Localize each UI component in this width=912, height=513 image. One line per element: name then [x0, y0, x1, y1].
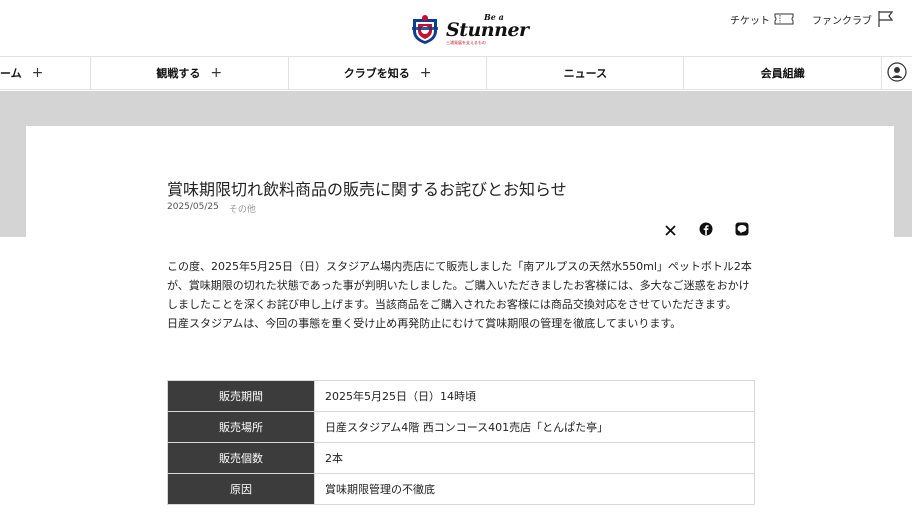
nav-item-label: クラブを知る [343, 67, 410, 80]
user-account-button[interactable] [882, 57, 912, 89]
article-card: 賞味期限切れ飲料商品の販売に関するお詫びとお知らせ 2025/05/25 その他 [26, 126, 894, 513]
nav-item-label: ニュース [563, 67, 608, 80]
share-x-button[interactable] [662, 222, 678, 238]
article-body: この度、2025年5月25日（日）スタジアム場内売店にて販売しました「南アルプス… [167, 257, 757, 333]
fanclub-link-label: ファンクラブ [812, 15, 872, 27]
share-buttons [662, 222, 750, 238]
article-category[interactable]: その他 [229, 202, 256, 215]
nav-item-news[interactable]: ニュース [487, 57, 685, 89]
article-paragraph: 日産スタジアムは、今回の事態を重く受け止め再発防止にむけて賞味期限の管理を徹底し… [167, 317, 682, 330]
table-header-cell: 原因 [167, 473, 315, 505]
table-row: 販売場所 日産スタジアム4階 西コンコース401売店「とんぱた亭」 [167, 411, 755, 443]
ticket-link[interactable]: チケット [730, 12, 794, 27]
share-facebook-button[interactable] [698, 222, 714, 238]
expand-plus-icon: + [210, 65, 223, 81]
table-value-cell: 賞味期限管理の不徹底 [314, 473, 755, 505]
article-paragraph: この度、2025年5月25日（日）スタジアム場内売店にて販売しました「南アルプス… [167, 260, 752, 311]
nav-item-watch[interactable]: 観戦する + [91, 57, 289, 89]
club-logo[interactable]: Be a Stunner 三浦発展を支えるもの [410, 12, 529, 46]
club-crest-icon [410, 13, 440, 45]
nav-item-label: ーム [0, 67, 22, 80]
global-nav: ーム + 観戦する + クラブを知る + ニュース 会員組織 [0, 56, 912, 90]
table-header-cell: 販売個数 [167, 442, 315, 474]
flag-icon [876, 10, 894, 28]
sales-info-table: 販売期間 2025年5月25日（日）14時頃 販売場所 日産スタジアム4階 西コ… [167, 380, 755, 505]
share-line-button[interactable] [734, 222, 750, 238]
user-icon [887, 61, 907, 85]
fanclub-link[interactable]: ファンクラブ [812, 10, 894, 28]
table-row: 原因 賞味期限管理の不徹底 [167, 473, 755, 505]
nav-item-home[interactable]: ーム + [0, 57, 91, 89]
article-title: 賞味期限切れ飲料商品の販売に関するお詫びとお知らせ [167, 180, 567, 199]
logo-subtext: 三浦発展を支えるもの [446, 40, 486, 45]
table-row: 販売個数 2本 [167, 442, 755, 474]
table-value-cell: 2本 [314, 442, 755, 474]
table-value-cell: 日産スタジアム4階 西コンコース401売店「とんぱた亭」 [314, 411, 755, 443]
article-meta: 2025/05/25 その他 [167, 202, 256, 215]
expand-plus-icon: + [31, 65, 44, 81]
nav-item-label: 会員組織 [760, 67, 805, 80]
facebook-icon [699, 221, 713, 240]
table-header-cell: 販売期間 [167, 380, 315, 412]
nav-item-label: 観戦する [156, 67, 201, 80]
nav-item-membership[interactable]: 会員組織 [684, 57, 883, 89]
logo-wordmark: Stunner [446, 19, 529, 41]
ticket-icon [774, 13, 794, 25]
table-row: 販売期間 2025年5月25日（日）14時頃 [167, 380, 755, 412]
ticket-link-label: チケット [730, 15, 770, 27]
site-header: Be a Stunner 三浦発展を支えるもの チケット ファンクラブ [0, 0, 912, 56]
x-icon [664, 221, 676, 240]
table-header-cell: 販売場所 [167, 411, 315, 443]
table-value-cell: 2025年5月25日（日）14時頃 [314, 380, 755, 412]
article-date: 2025/05/25 [167, 202, 219, 212]
line-icon [735, 221, 749, 240]
nav-item-club[interactable]: クラブを知る + [289, 57, 488, 89]
expand-plus-icon: + [419, 65, 432, 81]
